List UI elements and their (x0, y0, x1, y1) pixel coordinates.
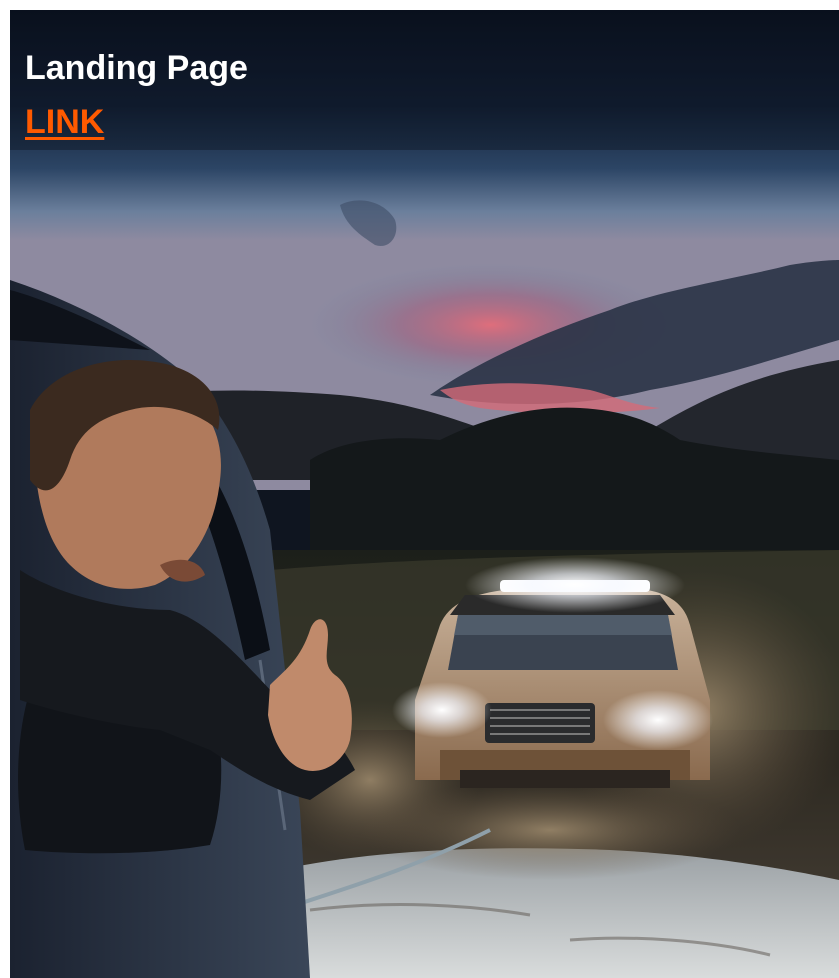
hero-image: Landing Page LINK (10, 10, 839, 978)
landing-link[interactable]: LINK (25, 102, 104, 142)
page-title: Landing Page (25, 49, 248, 87)
landing-page: Landing Page LINK (0, 0, 839, 978)
hero-illustration (10, 10, 839, 978)
